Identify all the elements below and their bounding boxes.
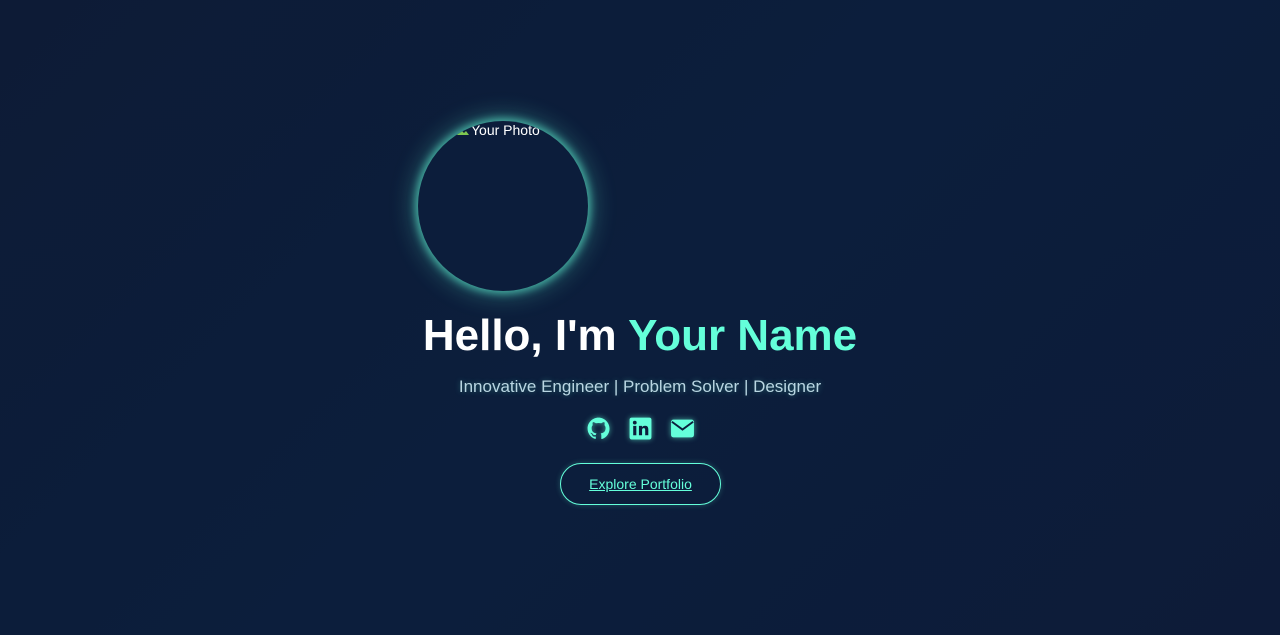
greeting-text: Hello, I'm [422,311,629,360]
name-text: Your Name [628,311,858,360]
hero-tagline: Innovative Engineer | Problem Solver | D… [458,377,822,396]
envelope-icon [670,419,694,438]
broken-image-icon [457,125,469,135]
social-links [0,416,1280,441]
profile-photo: Your Photo [418,121,588,291]
photo-alt-label: Your Photo [471,122,540,138]
email-link[interactable] [670,416,695,441]
hero-section: Your Photo Hello, I'm Your Name Innovati… [0,0,1280,635]
linkedin-link[interactable] [628,416,653,441]
linkedin-icon [629,417,651,440]
photo-alt-text: Your Photo [456,122,540,138]
page-bottom-edge [0,635,1280,639]
github-link[interactable] [586,416,611,441]
explore-portfolio-button[interactable]: Explore Portfolio [560,463,721,505]
hero-headline: Hello, I'm Your Name [0,311,1280,361]
github-icon [587,417,610,440]
